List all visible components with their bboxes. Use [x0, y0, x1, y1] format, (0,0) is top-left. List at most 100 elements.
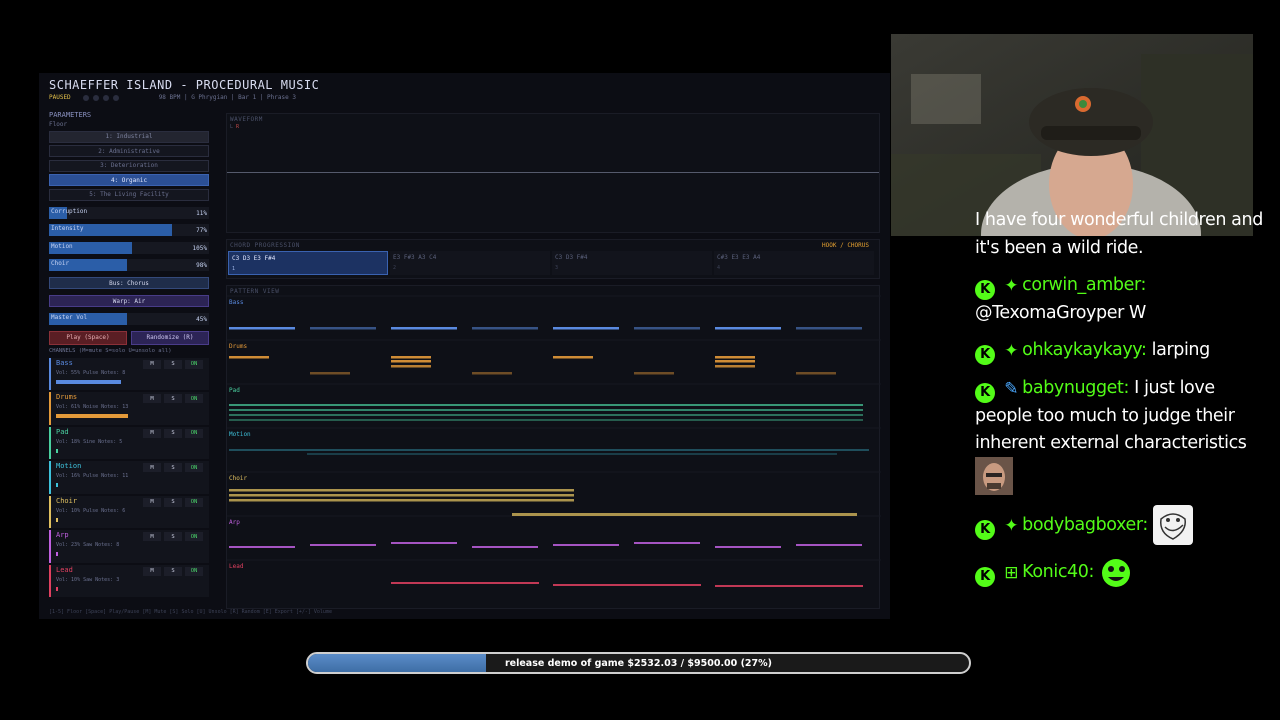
channel-name: Arp: [56, 531, 69, 539]
chat-text: @TexomaGroyper W: [975, 303, 1146, 323]
pattern-view-label: PATTERN VIEW: [230, 288, 280, 295]
note-bar: [553, 584, 701, 586]
chord-cell[interactable]: C3 D3 E3 F#4 1: [228, 251, 388, 275]
on-toggle[interactable]: ON: [185, 532, 203, 541]
on-toggle[interactable]: ON: [185, 566, 203, 576]
emote-face-icon: [975, 457, 1013, 495]
lane-label: Pad: [229, 387, 240, 394]
note-bar: [229, 414, 863, 416]
mute-button[interactable]: M: [143, 463, 161, 472]
note-bar: [229, 494, 574, 497]
channel-strip-pad: Pad Vol: 18% Sine Notes: 5 M S ON: [49, 426, 209, 459]
chord-progression-pane: CHORD PROGRESSION HOOK / CHORUS C3 D3 E3…: [226, 239, 880, 279]
intensity-slider[interactable]: Intensity 77%: [49, 224, 209, 236]
note-bar: [391, 327, 457, 330]
lane-label: Lead: [229, 563, 244, 570]
status-badge: PAUSED: [49, 94, 71, 101]
beat-indicator: [102, 94, 109, 101]
on-toggle[interactable]: ON: [185, 463, 203, 472]
lane-label: Choir: [229, 475, 247, 482]
mute-button[interactable]: M: [143, 566, 161, 576]
on-toggle[interactable]: ON: [185, 497, 203, 507]
chord-notes: C3 D3 F#4: [555, 254, 588, 261]
note-bar: [715, 360, 755, 363]
chat-message: K ✦ ohkaykaykayy: larping: [975, 337, 1275, 365]
note-bar: [229, 449, 869, 451]
floor-button-1[interactable]: 1: Industrial: [49, 130, 209, 143]
chord-notes: E3 F#3 A3 C4: [393, 254, 437, 261]
kick-badge-icon: K: [975, 383, 995, 403]
note-bar: [715, 546, 781, 548]
floor-button-5[interactable]: 5: The Living Facility: [49, 188, 209, 201]
warp-air-button[interactable]: Warp: Air: [49, 295, 209, 307]
mute-button[interactable]: M: [143, 532, 161, 541]
channel-lr-label: L R: [230, 124, 239, 130]
play-button[interactable]: Play (Space): [49, 330, 127, 345]
solo-button[interactable]: S: [164, 463, 182, 472]
note-bar: [715, 356, 755, 359]
note-bar: [391, 542, 457, 544]
solo-button[interactable]: S: [164, 532, 182, 541]
note-bar: [553, 327, 619, 330]
note-bar: [229, 404, 863, 406]
floor-button-3[interactable]: 3: Deterioration: [49, 159, 209, 172]
chat-overlay: I have four wonderful children and it's …: [975, 207, 1275, 589]
randomize-button[interactable]: Randomize (R): [131, 330, 209, 345]
beat-indicator: [112, 94, 119, 101]
chat-username: Konic40:: [1022, 562, 1095, 582]
slider-value: 98%: [196, 262, 207, 269]
chat-message: K ⊞ Konic40:: [975, 555, 1275, 589]
note-bar: [512, 513, 857, 516]
note-bar: [391, 356, 431, 359]
channel-strip-lead: Lead Vol: 10% Saw Notes: 3 M S ON: [49, 564, 209, 597]
solo-button[interactable]: S: [164, 497, 182, 507]
bus-chorus-button[interactable]: Bus: Chorus: [49, 277, 209, 289]
choir-slider[interactable]: Choir 98%: [49, 259, 209, 271]
chord-cell[interactable]: E3 F#3 A3 C4 2: [390, 251, 550, 275]
chat-message: K ✎ babynugget: I just love people too mu…: [975, 375, 1275, 495]
note-bar: [715, 365, 755, 368]
waveform-line: [227, 172, 879, 173]
note-bar: [229, 489, 574, 492]
channels-hint: CHANNELS (M=mute S=solo U=unsolo all): [49, 347, 172, 354]
channel-name: Motion: [56, 462, 82, 470]
webcam-image: [891, 34, 1253, 236]
slider-label: Master Vol: [51, 313, 88, 321]
corruption-slider[interactable]: Corruption 11%: [49, 206, 209, 219]
channel-strip-arp: Arp Vol: 23% Saw Notes: 8 M S ON: [49, 530, 209, 563]
channel-volume-bar: [56, 483, 59, 487]
chat-username: babynugget:: [1022, 378, 1129, 398]
channel-meta: Vol: 10% Pulse Notes: 6: [56, 507, 126, 514]
solo-button[interactable]: S: [164, 394, 182, 403]
note-bar: [472, 546, 538, 548]
pencil-badge-icon: ✎: [1004, 379, 1019, 399]
keyboard-shortcuts-hint: [1-5] Floor [Space] Play/Pause [M] Mute …: [49, 609, 332, 615]
mute-button[interactable]: M: [143, 394, 161, 403]
solo-button[interactable]: S: [164, 566, 182, 576]
mute-button[interactable]: M: [143, 428, 161, 438]
master-volume-slider[interactable]: Master Vol 45%: [49, 312, 209, 325]
motion-slider[interactable]: Motion 105%: [49, 241, 209, 254]
note-bar: [310, 372, 350, 375]
mute-button[interactable]: M: [143, 359, 161, 369]
mute-button[interactable]: M: [143, 497, 161, 507]
channel-name: Pad: [56, 427, 69, 436]
on-toggle[interactable]: ON: [185, 394, 203, 403]
channel-volume-bar: [56, 448, 59, 453]
waveform-label: WAVEFORM: [230, 116, 263, 123]
channel-name: Choir: [56, 496, 78, 505]
chord-cell[interactable]: C3 D3 F#4 3: [552, 251, 712, 275]
chord-cell[interactable]: C#3 E3 E3 A4 4: [714, 251, 874, 275]
floor-label: Floor: [49, 121, 68, 128]
chat-message: I have four wonderful children and it's …: [975, 210, 1263, 258]
floor-button-2[interactable]: 2: Administrative: [49, 145, 209, 157]
chat-username: bodybagboxer:: [1022, 515, 1148, 535]
note-bar: [391, 365, 431, 368]
right-label: R: [236, 124, 240, 130]
note-bar: [229, 327, 295, 330]
floor-button-4[interactable]: 4: Organic: [49, 174, 209, 186]
solo-button[interactable]: S: [164, 428, 182, 438]
solo-button[interactable]: S: [164, 359, 182, 369]
on-toggle[interactable]: ON: [185, 428, 203, 438]
on-toggle[interactable]: ON: [185, 359, 203, 369]
